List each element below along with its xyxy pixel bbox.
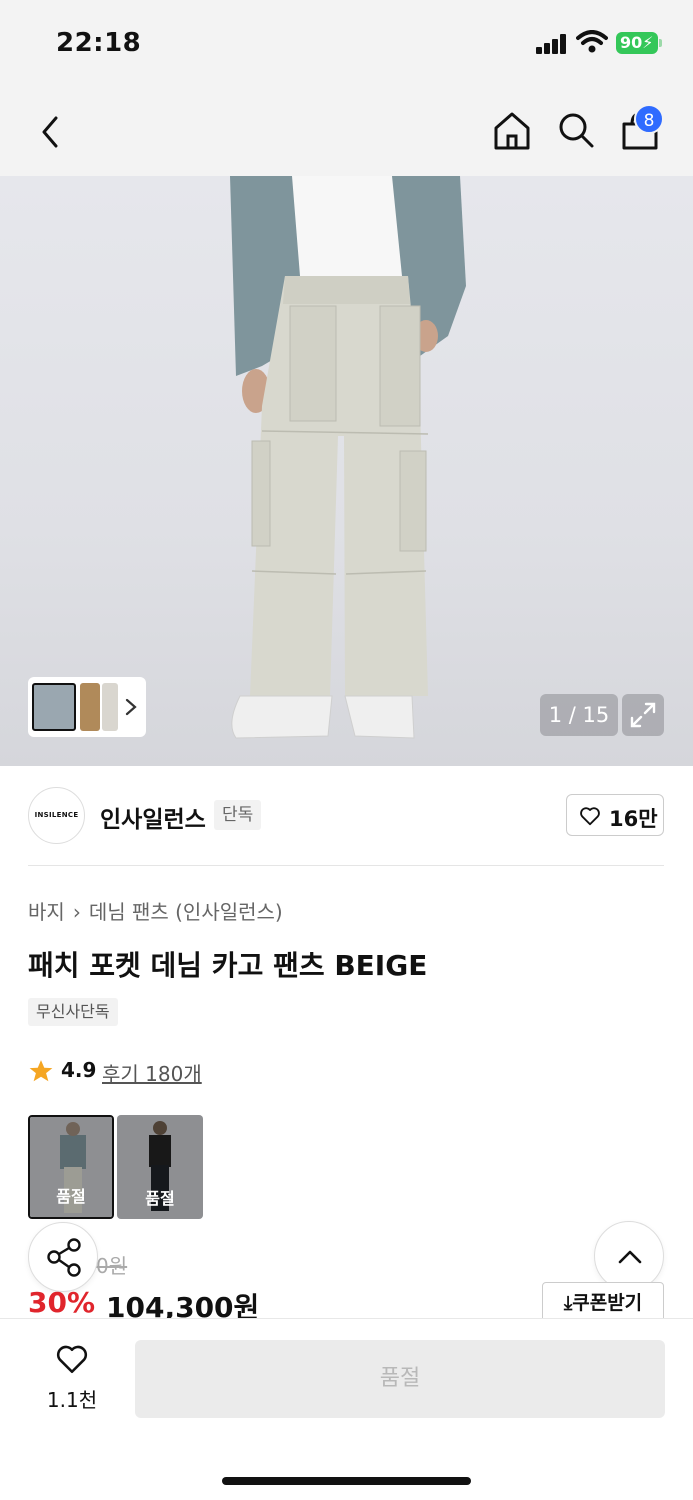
original-price: 0원	[96, 1254, 128, 1278]
breadcrumb-item[interactable]: 바지	[28, 900, 65, 924]
thumbnail-2[interactable]	[80, 683, 100, 731]
image-counter: 1 / 15	[540, 694, 618, 736]
download-icon: ⤓	[563, 1292, 573, 1314]
home-indicator	[222, 1477, 471, 1485]
search-icon[interactable]	[554, 108, 598, 152]
thumbnail-3[interactable]	[102, 683, 118, 731]
battery-tip	[659, 39, 662, 47]
thumbnail-1[interactable]	[32, 683, 76, 731]
brand-like-button[interactable]: 16만	[566, 794, 664, 836]
heart-icon	[56, 1345, 88, 1374]
option-status: 품절	[56, 1187, 86, 1206]
rating-score: 4.9	[61, 1058, 97, 1082]
status-bar: 22:18 90⚡	[0, 0, 693, 88]
star-icon	[29, 1060, 53, 1082]
battery-level: 90	[620, 33, 643, 52]
breadcrumb-item[interactable]: 데님 팬츠 (인사일런스)	[89, 900, 283, 924]
top-nav	[0, 88, 693, 176]
status-time: 22:18	[56, 28, 142, 58]
breadcrumb: 바지 › 데님 팬츠 (인사일런스)	[28, 896, 283, 925]
share-button[interactable]	[28, 1222, 98, 1292]
wishlist-button[interactable]: 1.1천	[40, 1342, 104, 1412]
share-icon	[47, 1238, 81, 1277]
coupon-label: 쿠폰받기	[572, 1292, 643, 1314]
option-status: 품절	[145, 1189, 175, 1208]
color-option-beige[interactable]: 품절	[28, 1115, 114, 1219]
cart-count-badge: 8	[634, 104, 664, 134]
thumbnail-strip[interactable]	[28, 677, 146, 737]
expand-button[interactable]	[622, 694, 664, 736]
breadcrumb-separator-icon: ›	[72, 900, 81, 924]
battery-icon: 90⚡	[616, 32, 658, 54]
brand-logo[interactable]: INSILENCE	[28, 787, 85, 844]
expand-icon	[630, 702, 656, 728]
wishlist-count: 1.1천	[46, 1388, 98, 1412]
product-title: 패치 포켓 데님 카고 팬츠 BEIGE	[28, 949, 428, 982]
brand-name[interactable]: 인사일런스	[100, 800, 206, 834]
chevron-right-icon	[125, 698, 137, 716]
scroll-top-button[interactable]	[594, 1221, 664, 1291]
discount-rate: 30%	[28, 1286, 96, 1319]
wifi-icon	[576, 30, 608, 53]
heart-icon	[580, 807, 600, 826]
reviews-link[interactable]: 후기 180개	[102, 1058, 202, 1087]
back-icon[interactable]	[30, 108, 70, 156]
soldout-button[interactable]: 품절	[135, 1340, 665, 1418]
home-icon[interactable]	[490, 108, 534, 152]
signal-icon	[536, 34, 568, 54]
exclusive-badge: 무신사단독	[28, 998, 118, 1026]
brand-exclusive-tag: 단독	[214, 800, 262, 830]
brand-like-count: 16만	[609, 807, 658, 831]
divider	[28, 865, 664, 866]
color-option-black[interactable]: 품절	[117, 1115, 203, 1219]
